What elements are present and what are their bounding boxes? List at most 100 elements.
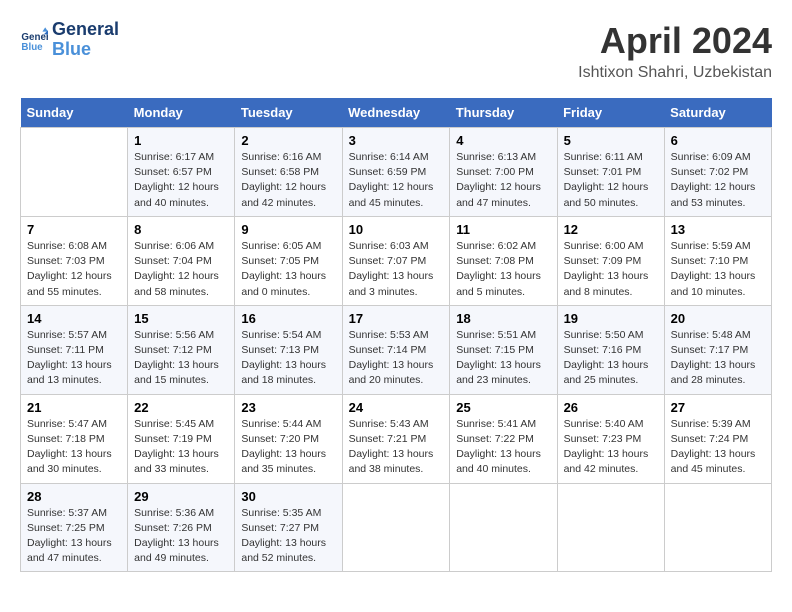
weekday-header-wednesday: Wednesday [342,98,450,128]
weekday-header-monday: Monday [128,98,235,128]
day-number: 16 [241,311,335,326]
day-number: 24 [349,400,444,415]
calendar-cell: 25 Sunrise: 5:41 AM Sunset: 7:22 PM Dayli… [450,394,557,483]
day-number: 28 [27,489,121,504]
calendar-cell [342,483,450,572]
calendar-cell: 2 Sunrise: 6:16 AM Sunset: 6:58 PM Daylig… [235,128,342,217]
calendar-cell: 5 Sunrise: 6:11 AM Sunset: 7:01 PM Daylig… [557,128,664,217]
subtitle: Ishtixon Shahri, Uzbekistan [578,64,772,82]
day-number: 7 [27,222,121,237]
day-info: Sunrise: 5:43 AM Sunset: 7:21 PM Dayligh… [349,417,444,478]
day-info: Sunrise: 5:57 AM Sunset: 7:11 PM Dayligh… [27,328,121,389]
day-number: 17 [349,311,444,326]
day-info: Sunrise: 6:16 AM Sunset: 6:58 PM Dayligh… [241,150,335,211]
day-info: Sunrise: 5:54 AM Sunset: 7:13 PM Dayligh… [241,328,335,389]
day-number: 12 [564,222,658,237]
weekday-header-tuesday: Tuesday [235,98,342,128]
week-row-1: 1 Sunrise: 6:17 AM Sunset: 6:57 PM Daylig… [21,128,772,217]
day-number: 5 [564,133,658,148]
day-number: 9 [241,222,335,237]
calendar-cell: 29 Sunrise: 5:36 AM Sunset: 7:26 PM Dayli… [128,483,235,572]
weekday-header-row: SundayMondayTuesdayWednesdayThursdayFrid… [21,98,772,128]
calendar-cell: 17Sunrise: 5:53 AM Sunset: 7:14 PM Dayli… [342,305,450,394]
calendar-cell: 20 Sunrise: 5:48 AM Sunset: 7:17 PM Dayli… [664,305,771,394]
day-info: Sunrise: 6:00 AM Sunset: 7:09 PM Dayligh… [564,239,658,300]
day-number: 25 [456,400,550,415]
week-row-3: 14 Sunrise: 5:57 AM Sunset: 7:11 PM Dayli… [21,305,772,394]
day-info: Sunrise: 6:17 AM Sunset: 6:57 PM Dayligh… [134,150,228,211]
day-number: 3 [349,133,444,148]
day-info: Sunrise: 6:02 AM Sunset: 7:08 PM Dayligh… [456,239,550,300]
day-info: Sunrise: 6:03 AM Sunset: 7:07 PM Dayligh… [349,239,444,300]
calendar-cell: 27 Sunrise: 5:39 AM Sunset: 7:24 PM Dayli… [664,394,771,483]
day-number: 30 [241,489,335,504]
day-info: Sunrise: 5:59 AM Sunset: 7:10 PM Dayligh… [671,239,765,300]
week-row-2: 7Sunrise: 6:08 AM Sunset: 7:03 PM Daylig… [21,216,772,305]
day-info: Sunrise: 6:05 AM Sunset: 7:05 PM Dayligh… [241,239,335,300]
day-info: Sunrise: 5:36 AM Sunset: 7:26 PM Dayligh… [134,506,228,567]
calendar-cell: 23 Sunrise: 5:44 AM Sunset: 7:20 PM Dayli… [235,394,342,483]
day-number: 27 [671,400,765,415]
day-info: Sunrise: 6:11 AM Sunset: 7:01 PM Dayligh… [564,150,658,211]
calendar-cell: 12 Sunrise: 6:00 AM Sunset: 7:09 PM Dayli… [557,216,664,305]
day-info: Sunrise: 5:37 AM Sunset: 7:25 PM Dayligh… [27,506,121,567]
day-number: 11 [456,222,550,237]
calendar-cell: 22 Sunrise: 5:45 AM Sunset: 7:19 PM Dayli… [128,394,235,483]
calendar-cell: 18 Sunrise: 5:51 AM Sunset: 7:15 PM Dayli… [450,305,557,394]
calendar-table: SundayMondayTuesdayWednesdayThursdayFrid… [20,98,772,572]
day-info: Sunrise: 5:56 AM Sunset: 7:12 PM Dayligh… [134,328,228,389]
day-info: Sunrise: 6:09 AM Sunset: 7:02 PM Dayligh… [671,150,765,211]
day-number: 18 [456,311,550,326]
day-info: Sunrise: 5:48 AM Sunset: 7:17 PM Dayligh… [671,328,765,389]
day-number: 22 [134,400,228,415]
day-info: Sunrise: 5:47 AM Sunset: 7:18 PM Dayligh… [27,417,121,478]
day-number: 21 [27,400,121,415]
calendar-cell: 30 Sunrise: 5:35 AM Sunset: 7:27 PM Dayli… [235,483,342,572]
calendar-cell: 6 Sunrise: 6:09 AM Sunset: 7:02 PM Daylig… [664,128,771,217]
svg-text:Blue: Blue [21,42,43,53]
day-info: Sunrise: 6:06 AM Sunset: 7:04 PM Dayligh… [134,239,228,300]
day-number: 2 [241,133,335,148]
calendar-cell: 26 Sunrise: 5:40 AM Sunset: 7:23 PM Dayli… [557,394,664,483]
day-number: 26 [564,400,658,415]
day-number: 19 [564,311,658,326]
calendar-cell [664,483,771,572]
day-number: 29 [134,489,228,504]
day-info: Sunrise: 5:51 AM Sunset: 7:15 PM Dayligh… [456,328,550,389]
day-info: Sunrise: 5:39 AM Sunset: 7:24 PM Dayligh… [671,417,765,478]
calendar-cell: 24 Sunrise: 5:43 AM Sunset: 7:21 PM Dayli… [342,394,450,483]
day-info: Sunrise: 5:35 AM Sunset: 7:27 PM Dayligh… [241,506,335,567]
calendar-cell: 11 Sunrise: 6:02 AM Sunset: 7:08 PM Dayli… [450,216,557,305]
day-info: Sunrise: 5:40 AM Sunset: 7:23 PM Dayligh… [564,417,658,478]
calendar-cell [557,483,664,572]
week-row-4: 21 Sunrise: 5:47 AM Sunset: 7:18 PM Dayli… [21,394,772,483]
day-number: 10 [349,222,444,237]
title-block: April 2024 Ishtixon Shahri, Uzbekistan [578,20,772,82]
day-number: 14 [27,311,121,326]
day-number: 4 [456,133,550,148]
day-info: Sunrise: 5:45 AM Sunset: 7:19 PM Dayligh… [134,417,228,478]
calendar-cell: 19Sunrise: 5:50 AM Sunset: 7:16 PM Dayli… [557,305,664,394]
day-number: 13 [671,222,765,237]
header: General Blue General Blue April 2024 Ish… [20,20,772,82]
logo: General Blue General Blue [20,20,119,60]
day-number: 20 [671,311,765,326]
calendar-cell: 3Sunrise: 6:14 AM Sunset: 6:59 PM Daylig… [342,128,450,217]
day-info: Sunrise: 5:41 AM Sunset: 7:22 PM Dayligh… [456,417,550,478]
main-title: April 2024 [578,20,772,62]
week-row-5: 28 Sunrise: 5:37 AM Sunset: 7:25 PM Dayli… [21,483,772,572]
logo-text: General Blue [52,20,119,60]
calendar-cell: 10 Sunrise: 6:03 AM Sunset: 7:07 PM Dayli… [342,216,450,305]
day-number: 6 [671,133,765,148]
day-number: 23 [241,400,335,415]
weekday-header-sunday: Sunday [21,98,128,128]
day-info: Sunrise: 5:44 AM Sunset: 7:20 PM Dayligh… [241,417,335,478]
calendar-cell: 28 Sunrise: 5:37 AM Sunset: 7:25 PM Dayli… [21,483,128,572]
calendar-cell: 7Sunrise: 6:08 AM Sunset: 7:03 PM Daylig… [21,216,128,305]
calendar-cell [21,128,128,217]
calendar-cell: 14 Sunrise: 5:57 AM Sunset: 7:11 PM Dayli… [21,305,128,394]
calendar-cell: 16 Sunrise: 5:54 AM Sunset: 7:13 PM Dayli… [235,305,342,394]
calendar-cell: 4Sunrise: 6:13 AM Sunset: 7:00 PM Daylig… [450,128,557,217]
logo-icon: General Blue [20,26,48,54]
day-number: 1 [134,133,228,148]
